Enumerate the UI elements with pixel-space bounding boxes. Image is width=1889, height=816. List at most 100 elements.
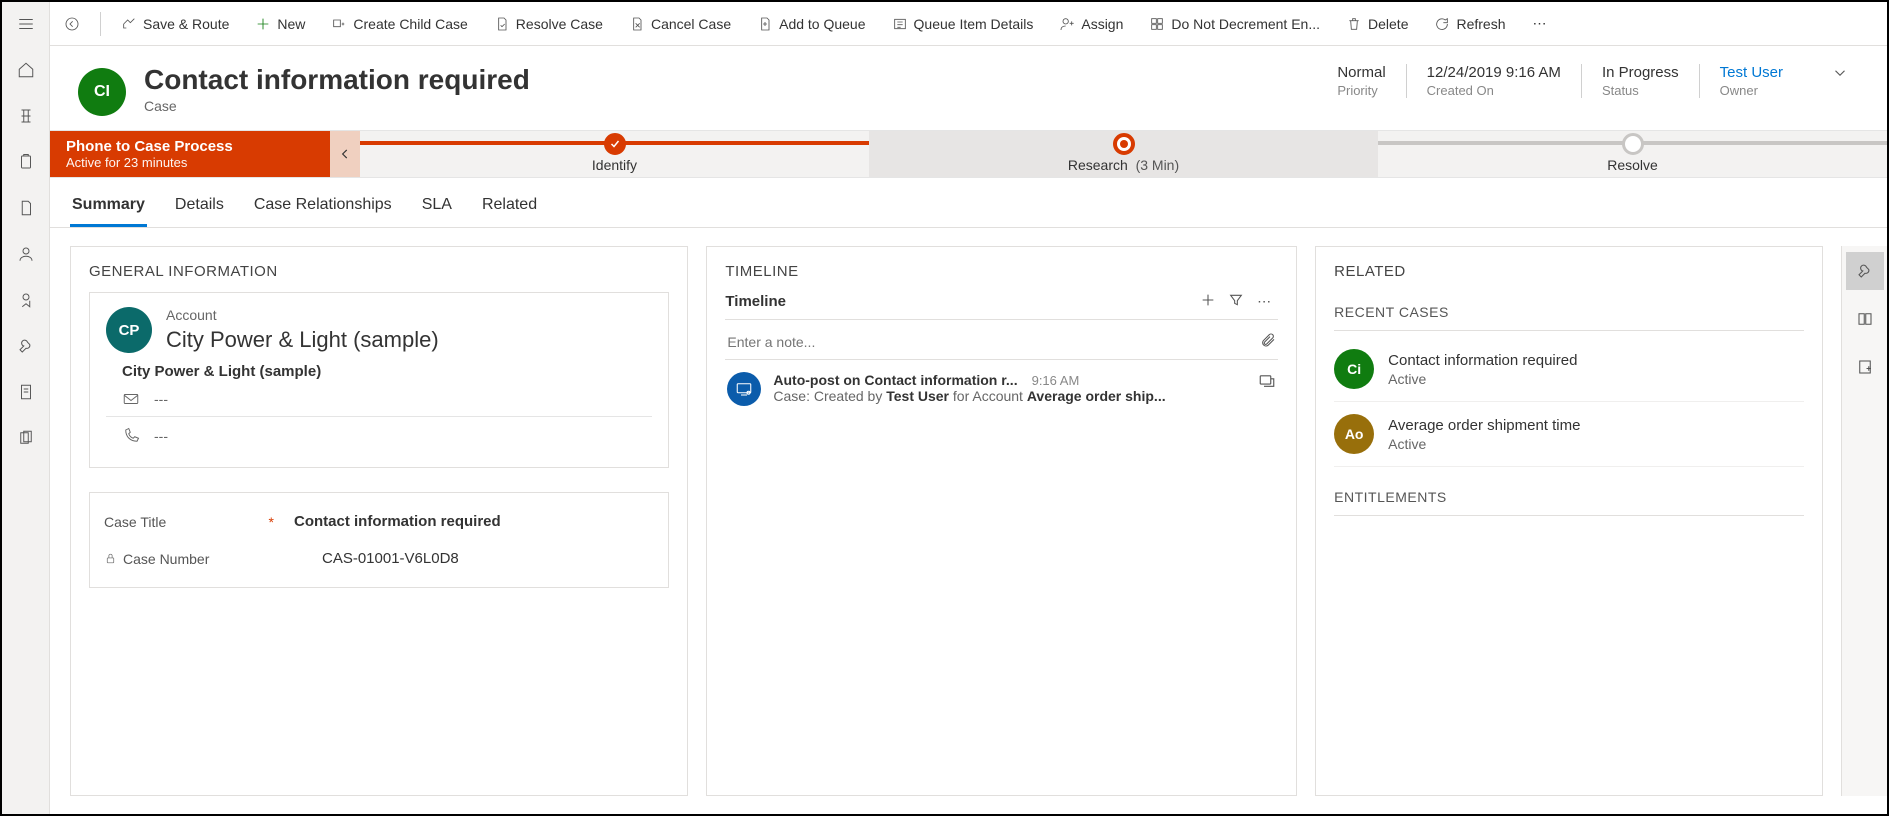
related-case-item[interactable]: Ci Contact information required Active bbox=[1334, 337, 1804, 402]
bpf-stage-research[interactable]: Research (3 Min) bbox=[869, 131, 1378, 177]
cmd-resolve[interactable]: Resolve Case bbox=[488, 12, 609, 36]
hamburger-icon[interactable] bbox=[6, 8, 46, 40]
bpf-stage-resolve[interactable]: Resolve bbox=[1378, 131, 1887, 177]
bpf-banner[interactable]: Phone to Case Process Active for 23 minu… bbox=[50, 131, 330, 177]
meta-createdon-value: 12/24/2019 9:16 AM bbox=[1427, 64, 1561, 81]
timeline-header: Timeline bbox=[725, 293, 786, 310]
case-avatar: Ao bbox=[1334, 414, 1374, 454]
cmd-assign[interactable]: Assign bbox=[1053, 12, 1129, 36]
bpf-node-active-icon bbox=[1113, 133, 1135, 155]
row-case-title[interactable]: Case Title * Contact information required bbox=[104, 503, 654, 540]
row-case-number: Case Number CAS-01001-V6L0D8 bbox=[104, 540, 654, 577]
entitlements-header: ENTITLEMENTS bbox=[1334, 477, 1804, 516]
timeline-note-row[interactable] bbox=[725, 324, 1278, 360]
header-expand-button[interactable] bbox=[1821, 64, 1859, 82]
section-title: TIMELINE bbox=[725, 263, 1278, 280]
timeline-more-button[interactable]: ⋯ bbox=[1250, 293, 1278, 310]
related-case-item[interactable]: Ao Average order shipment timeActive bbox=[1334, 402, 1804, 467]
tab-details[interactable]: Details bbox=[173, 188, 226, 227]
related-case-title: Contact information required bbox=[1388, 352, 1577, 369]
panel-tool-icon[interactable] bbox=[1846, 252, 1884, 290]
meta-owner-label: Owner bbox=[1720, 83, 1783, 98]
tab-related[interactable]: Related bbox=[480, 188, 539, 227]
account-line: City Power & Light (sample) bbox=[106, 363, 652, 380]
autopost-icon bbox=[727, 372, 761, 406]
general-information-section: GENERAL INFORMATION CP Account City Powe… bbox=[70, 246, 688, 796]
account-email-row[interactable]: --- bbox=[106, 380, 652, 417]
bpf-stage-label: Resolve bbox=[1607, 157, 1658, 173]
cmd-queue-details[interactable]: Queue Item Details bbox=[886, 12, 1040, 36]
meta-status-label: Status bbox=[1602, 83, 1679, 98]
timeline-item[interactable]: Auto-post on Contact information r... 9:… bbox=[725, 360, 1278, 418]
bpf-stage-identify[interactable]: Identify bbox=[360, 131, 869, 177]
meta-priority-value: Normal bbox=[1337, 64, 1385, 81]
record-header: CI Contact information required Case Nor… bbox=[50, 46, 1887, 130]
cmd-delete[interactable]: Delete bbox=[1340, 12, 1414, 36]
account-phone-row[interactable]: --- bbox=[106, 417, 652, 453]
clipboard-icon[interactable] bbox=[6, 146, 46, 178]
bpf-stage-label: Identify bbox=[592, 157, 637, 173]
related-section: RELATED RECENT CASES Ci Contact informat… bbox=[1315, 246, 1823, 796]
related-case-title: Average order shipment time bbox=[1388, 417, 1580, 434]
timeline-filter-button[interactable] bbox=[1222, 292, 1250, 311]
bpf-node-done-icon bbox=[604, 133, 626, 155]
account-name[interactable]: City Power & Light (sample) bbox=[166, 327, 439, 353]
panel-script-icon[interactable] bbox=[1846, 348, 1884, 386]
header-meta: NormalPriority 12/24/2019 9:16 AMCreated… bbox=[1317, 64, 1803, 98]
cmd-add-queue[interactable]: Add to Queue bbox=[751, 12, 871, 36]
pinned-icon[interactable] bbox=[6, 100, 46, 132]
bpf-status: Active for 23 minutes bbox=[66, 155, 312, 170]
page-icon[interactable] bbox=[6, 376, 46, 408]
doc-icon[interactable] bbox=[6, 192, 46, 224]
left-nav-rail bbox=[2, 2, 50, 814]
record-entity: Case bbox=[144, 98, 530, 114]
record-tabs: Summary Details Case Relationships SLA R… bbox=[50, 178, 1887, 228]
meta-status-value: In Progress bbox=[1602, 64, 1679, 81]
timeline-add-button[interactable] bbox=[1194, 292, 1222, 311]
timeline-item-time: 9:16 AM bbox=[1032, 373, 1080, 388]
tab-case-relationships[interactable]: Case Relationships bbox=[252, 188, 394, 227]
timeline-note-input[interactable] bbox=[727, 334, 1260, 350]
required-indicator: * bbox=[269, 514, 274, 530]
attachment-icon[interactable] bbox=[1260, 332, 1276, 351]
cmd-overflow[interactable]: ⋯ bbox=[1526, 15, 1554, 32]
pages-icon[interactable] bbox=[6, 422, 46, 454]
account-label: Account bbox=[166, 307, 439, 323]
timeline-section: TIMELINE Timeline ⋯ Auto-post o bbox=[706, 246, 1297, 796]
timeline-item-subtitle: Case: Created by Test User for Account A… bbox=[773, 388, 1246, 404]
section-title: RELATED bbox=[1334, 263, 1804, 280]
home-icon[interactable] bbox=[6, 54, 46, 86]
related-case-status: Active bbox=[1388, 371, 1577, 387]
account-avatar: CP bbox=[106, 307, 152, 353]
meta-owner-value[interactable]: Test User bbox=[1720, 64, 1783, 81]
record-title: Contact information required bbox=[144, 64, 530, 96]
bpf-collapse-button[interactable] bbox=[330, 131, 360, 177]
timeline-item-action[interactable] bbox=[1258, 372, 1276, 406]
bpf-node-future-icon bbox=[1622, 133, 1644, 155]
bookmark-icon[interactable] bbox=[6, 284, 46, 316]
cmd-save-route[interactable]: Save & Route bbox=[115, 12, 235, 36]
command-bar: Save & Route New Create Child Case Resol… bbox=[50, 2, 1887, 46]
back-button[interactable] bbox=[58, 12, 86, 36]
field-value: Contact information required bbox=[294, 513, 501, 530]
cmd-refresh[interactable]: Refresh bbox=[1428, 12, 1511, 36]
wrench-icon[interactable] bbox=[6, 330, 46, 362]
cmd-donot-decrement[interactable]: Do Not Decrement En... bbox=[1143, 12, 1326, 36]
timeline-item-title: Auto-post on Contact information r... bbox=[773, 372, 1017, 388]
cmd-new[interactable]: New bbox=[249, 12, 311, 36]
case-avatar: Ci bbox=[1334, 349, 1374, 389]
cmd-create-child[interactable]: Create Child Case bbox=[325, 12, 473, 36]
field-label: Case Title bbox=[104, 514, 166, 530]
person-icon[interactable] bbox=[6, 238, 46, 270]
tab-summary[interactable]: Summary bbox=[70, 188, 147, 227]
bpf-stage-label: Research bbox=[1068, 157, 1128, 173]
cmd-cancel[interactable]: Cancel Case bbox=[623, 12, 737, 36]
phone-icon bbox=[122, 427, 140, 445]
recent-cases-header: RECENT CASES bbox=[1334, 292, 1804, 331]
account-email-value: --- bbox=[154, 391, 168, 407]
tab-sla[interactable]: SLA bbox=[420, 188, 454, 227]
business-process-flow: Phone to Case Process Active for 23 minu… bbox=[50, 130, 1887, 178]
account-phone-value: --- bbox=[154, 428, 168, 444]
meta-createdon-label: Created On bbox=[1427, 83, 1561, 98]
panel-knowledge-icon[interactable] bbox=[1846, 300, 1884, 338]
